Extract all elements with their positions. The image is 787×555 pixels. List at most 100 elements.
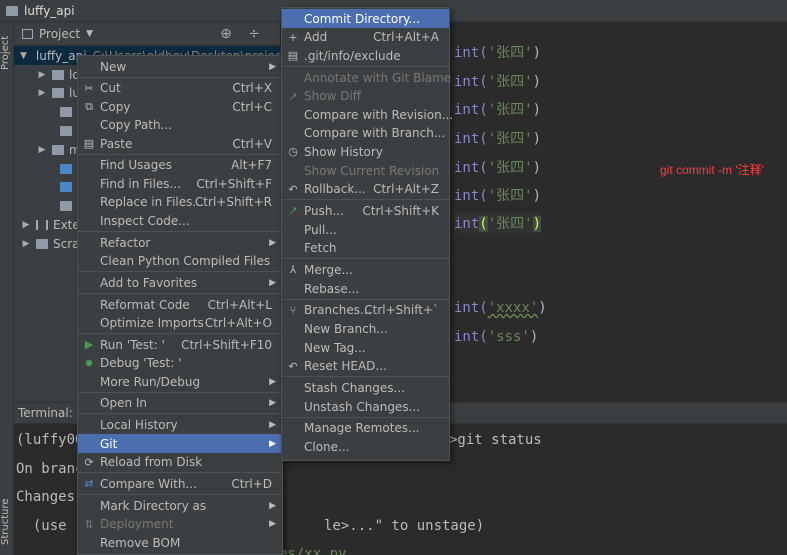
code-line[interactable]: int('张四'): [454, 185, 541, 205]
project-panel-title[interactable]: Project: [39, 27, 80, 41]
menu-item-remove-bom[interactable]: Remove BOM: [78, 533, 282, 552]
git-item-unstash-changes[interactable]: Unstash Changes...: [282, 397, 449, 416]
shortcut-label: Ctrl+Shift+F: [196, 176, 272, 191]
menu-item-find-in-files[interactable]: Find in Files... Ctrl+Shift+F: [78, 174, 282, 193]
git-item-merge[interactable]: ⅄ Merge...: [282, 260, 449, 279]
code-string: '张四': [487, 45, 533, 61]
git-item-item-label: Show Diff: [304, 89, 362, 104]
chevron-right-icon: ▶: [269, 277, 276, 288]
menu-item-copy-path[interactable]: Copy Path...: [78, 116, 282, 135]
menu-item-item-label: Local History: [100, 418, 178, 433]
panel-tool-icons[interactable]: ⊕ ÷: [220, 26, 266, 42]
menu-item-mark-directory-as[interactable]: Mark Directory as ▶: [78, 496, 282, 515]
git-item-add[interactable]: + Add Ctrl+Alt+A: [282, 28, 449, 47]
git-item-item-label: Compare with Branch...: [304, 126, 446, 141]
menu-item-replace-in-files[interactable]: Replace in Files... Ctrl+Shift+R: [78, 193, 282, 212]
code-line[interactable]: int('张四'): [454, 157, 541, 177]
menu-item-local-history[interactable]: Local History ▶: [78, 416, 282, 435]
git-item-rebase[interactable]: Rebase...: [282, 279, 449, 298]
code-keyword: int(: [454, 131, 488, 147]
git-item-branches[interactable]: ⑂ Branches... Ctrl+Shift+`: [282, 301, 449, 320]
menu-item-debug-test[interactable]: ✹ Debug 'Test: ': [78, 354, 282, 373]
git-item-reset-head[interactable]: ↶ Reset HEAD...: [282, 357, 449, 376]
chevron-right-icon[interactable]: ▶: [20, 239, 32, 249]
menu-item-add-to-favorites[interactable]: Add to Favorites ▶: [78, 273, 282, 292]
menu-item-compare-with[interactable]: ⇄ Compare With... Ctrl+D: [78, 474, 282, 493]
git-item-compare-with-branch[interactable]: Compare with Branch...: [282, 124, 449, 143]
menu-item-refactor[interactable]: Refactor ▶: [78, 233, 282, 252]
menu-separator: [282, 65, 449, 67]
menu-item-paste[interactable]: ▤ Paste Ctrl+V: [78, 134, 282, 153]
commit-annotation: git commit -m '注释': [660, 163, 764, 177]
menu-separator: [282, 416, 449, 418]
rollback-icon: ↶: [288, 182, 298, 196]
chevron-right-icon[interactable]: ▶: [36, 88, 48, 98]
git-item-compare-with-revision[interactable]: Compare with Revision...: [282, 105, 453, 124]
reset-head-icon: ↶: [288, 359, 298, 373]
menu-item-find-usages[interactable]: Find Usages Alt+F7: [78, 156, 282, 175]
code-string: 'sss': [487, 329, 530, 345]
code-line[interactable]: int('张四'): [454, 213, 542, 233]
menu-separator: [282, 258, 449, 260]
code-line[interactable]: int('张四'): [454, 71, 541, 91]
menu-item-new[interactable]: New ▶: [78, 57, 282, 76]
menu-item-item-label: Paste: [100, 136, 133, 151]
git-item-manage-remotes[interactable]: Manage Remotes...: [282, 419, 449, 438]
menu-item-run-test[interactable]: ▶ Run 'Test: ' Ctrl+Shift+F10: [78, 335, 282, 354]
git-item-push[interactable]: ↗ Push... Ctrl+Shift+K: [282, 201, 449, 220]
git-item-item-label: .git/info/exclude: [304, 48, 401, 63]
git-item-stash-changes[interactable]: Stash Changes...: [282, 378, 449, 397]
menu-item-reformat-code[interactable]: Reformat Code Ctrl+Alt+L: [78, 295, 282, 314]
code-line[interactable]: int('张四'): [454, 42, 541, 62]
git-item-item-label: Add: [304, 30, 328, 45]
code-keyword: int(: [454, 102, 488, 118]
merge-icon: ⅄: [289, 263, 297, 277]
folder-icon: [52, 69, 64, 80]
git-item-new-branch[interactable]: New Branch...: [282, 319, 449, 338]
code-keyword: int(: [454, 300, 488, 316]
code-line[interactable]: int('xxxx'): [454, 300, 547, 316]
shortcut-label: Ctrl+Shift+K: [362, 203, 439, 218]
menu-item-reload-from-disk[interactable]: ⟳ Reload from Disk: [78, 453, 282, 472]
code-keyword: int(: [454, 329, 488, 345]
menu-item-cut[interactable]: ✂ Cut Ctrl+X: [78, 79, 282, 98]
menu-item-more-run-debug[interactable]: More Run/Debug ▶: [78, 372, 282, 391]
menu-item-copy[interactable]: ⧉ Copy Ctrl+C: [78, 97, 282, 116]
chevron-right-icon: ▶: [269, 420, 276, 431]
chevron-right-icon[interactable]: ▶: [20, 220, 32, 230]
shortcut-label: Ctrl+Shift+`: [364, 303, 439, 318]
git-item-commit-directory[interactable]: Commit Directory...: [282, 9, 449, 28]
code-line[interactable]: int('sss'): [454, 329, 538, 345]
chevron-down-icon[interactable]: ▼: [86, 29, 93, 39]
bracket-open: (: [479, 216, 488, 232]
project-tool-tab[interactable]: Project: [0, 28, 14, 78]
git-item-clone[interactable]: Clone...: [282, 437, 449, 456]
add-icon: +: [288, 30, 298, 44]
show-history-icon: ◷: [288, 145, 298, 159]
git-item-show-diff: ↗ Show Diff: [282, 87, 449, 106]
chevron-down-icon[interactable]: ▼: [20, 51, 27, 61]
git-item-fetch[interactable]: Fetch: [282, 239, 449, 258]
code-keyword: int(: [454, 45, 488, 61]
git-item-item-label: Annotate with Git Blame: [304, 70, 452, 85]
git-item-git-info-exclude[interactable]: ▤ .git/info/exclude: [282, 46, 449, 65]
menu-item-clean-python-compiled-files[interactable]: Clean Python Compiled Files: [78, 252, 282, 271]
menu-item-git[interactable]: Git ▶: [78, 434, 282, 454]
git-item-rollback[interactable]: ↶ Rollback... Ctrl+Alt+Z: [282, 180, 449, 199]
git-item-show-history[interactable]: ◷ Show History: [282, 142, 449, 161]
git-item-item-label: New Branch...: [304, 321, 388, 336]
git-item-new-tag[interactable]: New Tag...: [282, 338, 449, 357]
menu-item-optimize-imports[interactable]: Optimize Imports Ctrl+Alt+O: [78, 314, 282, 333]
terminal-line: (luffy00: [16, 432, 84, 448]
chevron-right-icon[interactable]: ▶: [36, 145, 48, 155]
menu-item-open-in[interactable]: Open In ▶: [78, 394, 282, 413]
structure-tool-tab[interactable]: Structure: [0, 492, 14, 552]
code-line[interactable]: int('张四'): [454, 128, 541, 148]
menu-item-inspect-code[interactable]: Inspect Code...: [78, 211, 282, 230]
menu-item-item-label: Run 'Test: ': [100, 337, 165, 352]
git-item-pull[interactable]: Pull...: [282, 220, 449, 239]
code-line[interactable]: int('张四'): [454, 99, 541, 119]
terminal-tab[interactable]: Terminal:: [18, 406, 73, 420]
git-item-show-current-revision: Show Current Revision: [282, 161, 449, 180]
chevron-right-icon[interactable]: ▶: [36, 70, 48, 80]
